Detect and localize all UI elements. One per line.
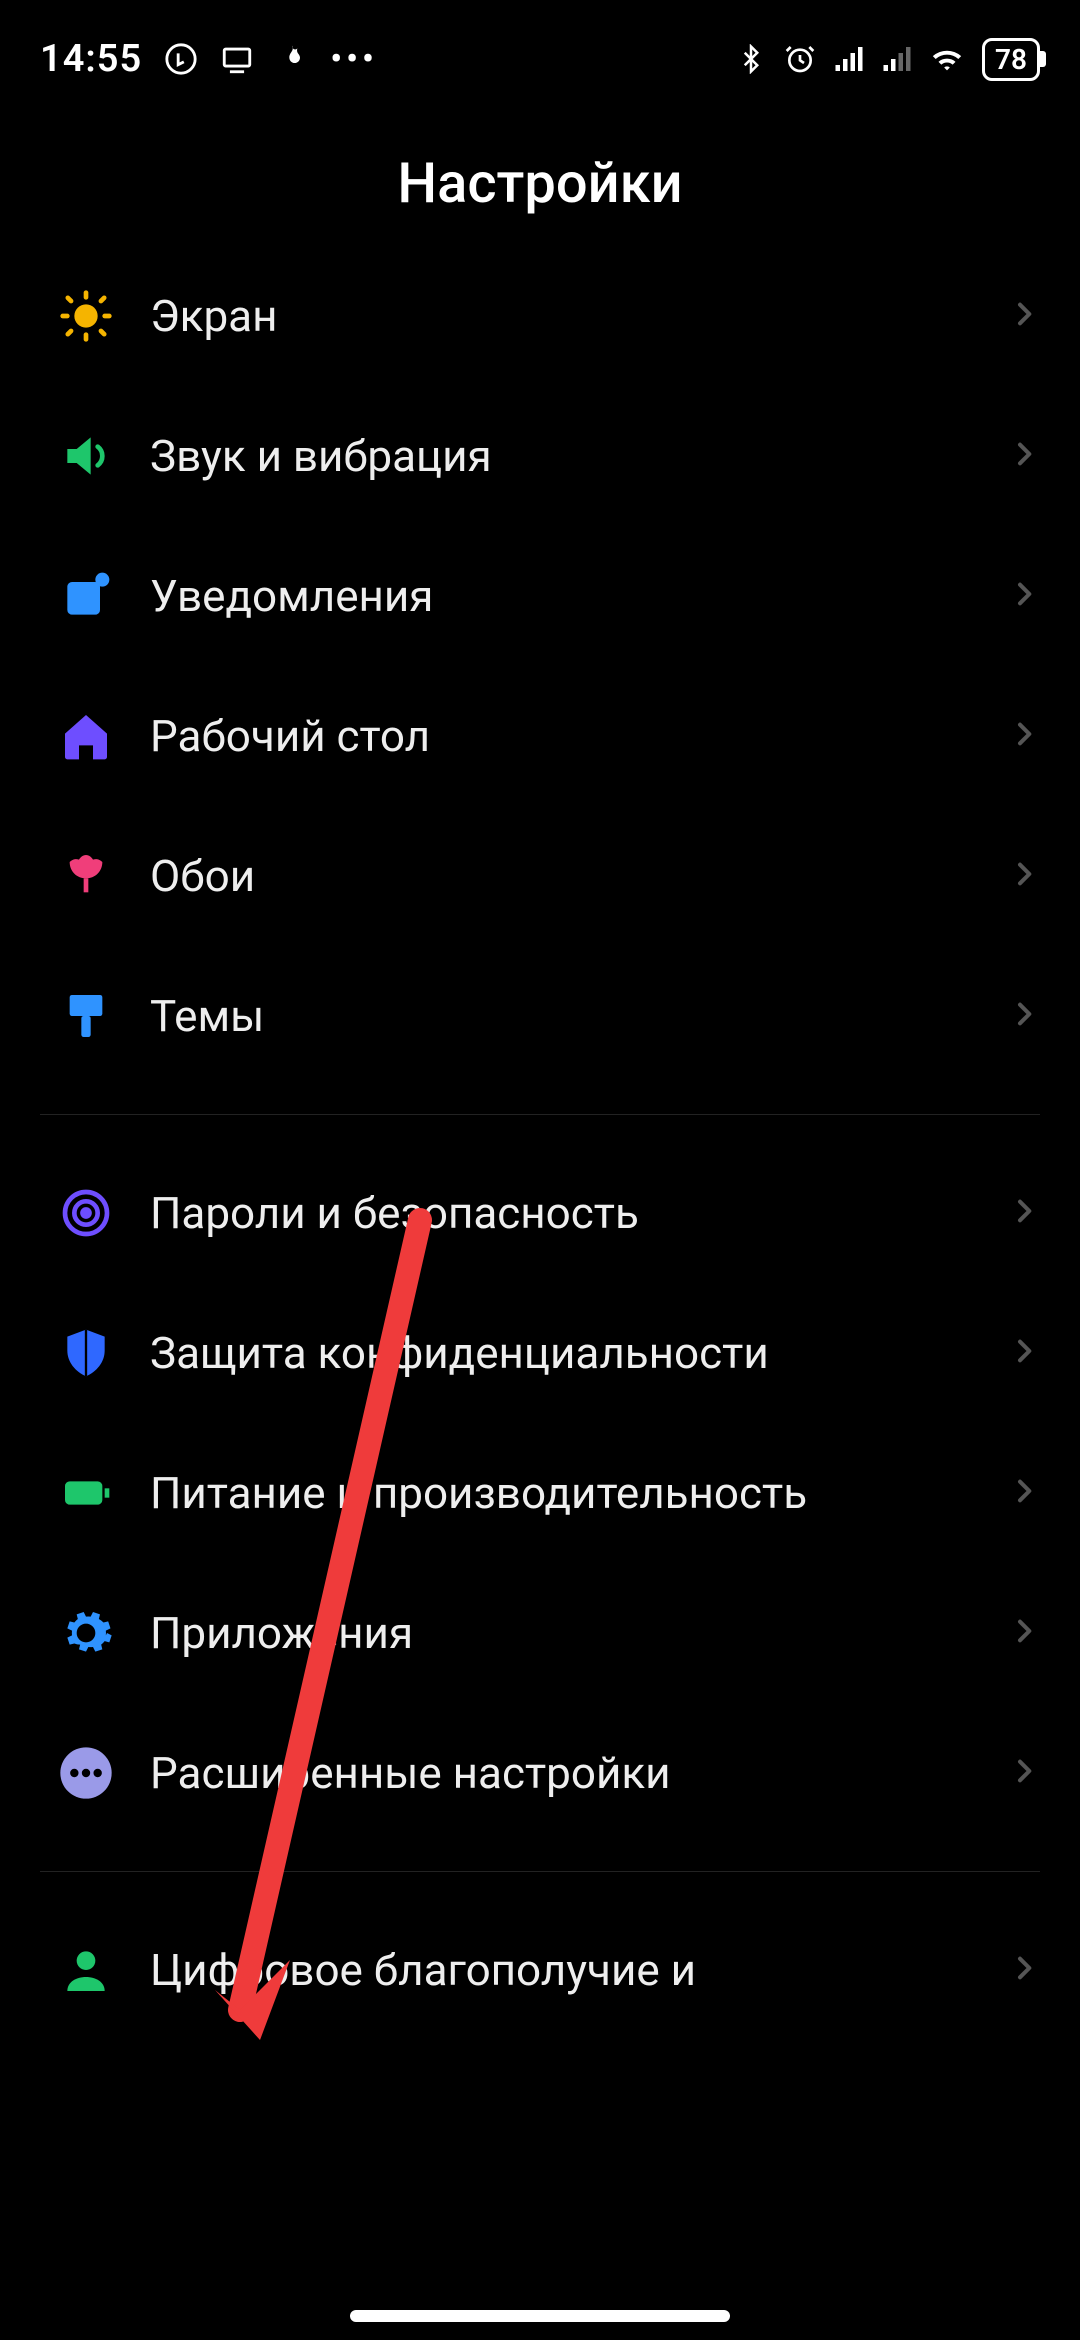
settings-row-notifications[interactable]: Уведомления: [40, 526, 1040, 666]
divider: [40, 1871, 1040, 1872]
settings-label: Рабочий стол: [150, 710, 1008, 762]
chevron-right-icon: [1008, 858, 1040, 894]
status-left: 14:55 •••: [40, 37, 378, 81]
chevron-right-icon: [1008, 998, 1040, 1034]
alarm-icon: [784, 43, 816, 75]
settings-list: Экран Звук и вибрация Уведомления Рабочий с…: [0, 246, 1080, 2040]
settings-row-wellbeing[interactable]: Цифровое благополучие и: [40, 1900, 1040, 2040]
settings-row-home[interactable]: Рабочий стол: [40, 666, 1040, 806]
settings-row-advanced[interactable]: Расширенные настройки: [40, 1703, 1040, 1843]
signal-2-icon: [882, 44, 912, 74]
shield-icon: [40, 1325, 150, 1381]
divider: [40, 1114, 1040, 1115]
music-icon: [164, 42, 198, 76]
fingerprint-icon: [40, 1185, 150, 1241]
bluetooth-icon: [736, 44, 766, 74]
cast-icon: [220, 42, 254, 76]
battery-level: 78: [995, 43, 1027, 76]
settings-label: Питание и производительность: [150, 1467, 1008, 1519]
battery-indicator: 78: [982, 38, 1040, 81]
settings-label: Обои: [150, 850, 1008, 902]
signal-1-icon: [834, 44, 864, 74]
settings-label: Цифровое благополучие и: [150, 1944, 1008, 1996]
wifi-icon: [930, 42, 964, 76]
status-time: 14:55: [40, 37, 142, 81]
settings-row-apps[interactable]: Приложения: [40, 1563, 1040, 1703]
chevron-right-icon: [1008, 1475, 1040, 1511]
settings-label: Защита конфиденциальности: [150, 1327, 1008, 1379]
settings-label: Звук и вибрация: [150, 430, 1008, 482]
house-icon: [40, 708, 150, 764]
settings-label: Экран: [150, 290, 1008, 342]
status-bar: 14:55 ••• 78: [0, 0, 1080, 100]
more-icon: •••: [330, 39, 378, 79]
flame-icon: [276, 43, 308, 75]
notify-icon: [40, 568, 150, 624]
chevron-right-icon: [1008, 1952, 1040, 1988]
chevron-right-icon: [1008, 298, 1040, 334]
chevron-right-icon: [1008, 1335, 1040, 1371]
gear-icon: [40, 1605, 150, 1661]
settings-label: Уведомления: [150, 570, 1008, 622]
status-right: 78: [736, 38, 1040, 81]
settings-row-sound[interactable]: Звук и вибрация: [40, 386, 1040, 526]
settings-row-security[interactable]: Пароли и безопасность: [40, 1143, 1040, 1283]
chevron-right-icon: [1008, 718, 1040, 754]
settings-row-themes[interactable]: Темы: [40, 946, 1040, 1086]
sound-icon: [40, 428, 150, 484]
settings-label: Приложения: [150, 1607, 1008, 1659]
person-icon: [40, 1942, 150, 1998]
settings-row-display[interactable]: Экран: [40, 246, 1040, 386]
settings-label: Расширенные настройки: [150, 1747, 1008, 1799]
page-title: Настройки: [0, 100, 1080, 246]
tulip-icon: [40, 848, 150, 904]
settings-row-wallpaper[interactable]: Обои: [40, 806, 1040, 946]
chevron-right-icon: [1008, 1615, 1040, 1651]
settings-row-battery[interactable]: Питание и производительность: [40, 1423, 1040, 1563]
chevron-right-icon: [1008, 438, 1040, 474]
chevron-right-icon: [1008, 578, 1040, 614]
chevron-right-icon: [1008, 1755, 1040, 1791]
brush-icon: [40, 988, 150, 1044]
settings-row-privacy[interactable]: Защита конфиденциальности: [40, 1283, 1040, 1423]
chevron-right-icon: [1008, 1195, 1040, 1231]
home-indicator: [350, 2310, 730, 2322]
dots-icon: [40, 1745, 150, 1801]
settings-label: Пароли и безопасность: [150, 1187, 1008, 1239]
sun-icon: [40, 288, 150, 344]
settings-label: Темы: [150, 990, 1008, 1042]
battery-icon: [40, 1465, 150, 1521]
